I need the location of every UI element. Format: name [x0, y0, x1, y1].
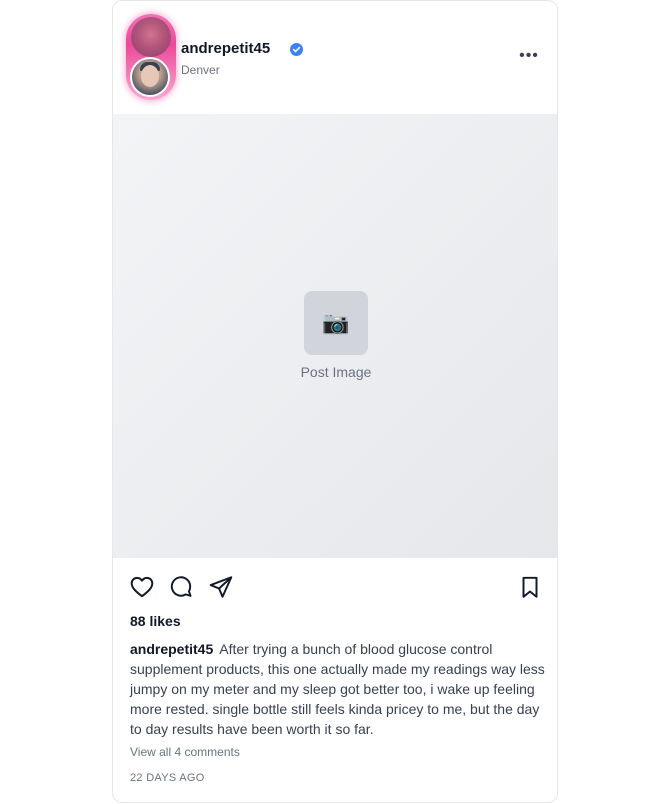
likes-count[interactable]: 88 likes [130, 613, 181, 629]
camera-icon: 📷 [304, 291, 368, 355]
post-header: andrepetit45 Denver ••• [113, 1, 557, 114]
avatar[interactable] [130, 57, 170, 97]
avatar-secondary [131, 17, 171, 57]
post-location[interactable]: Denver [181, 63, 220, 77]
post-image-label: Post Image [300, 364, 372, 380]
post-username[interactable]: andrepetit45 [181, 40, 270, 57]
post-actions [113, 558, 557, 614]
bookmark-icon[interactable] [517, 574, 543, 600]
avatar-face [141, 65, 159, 87]
post-timestamp: 22 DAYS AGO [130, 772, 205, 784]
verified-badge-icon [290, 43, 303, 56]
post-caption: andrepetit45 After trying a bunch of bloo… [130, 639, 548, 739]
caption-username[interactable]: andrepetit45 [130, 641, 213, 657]
post-card: andrepetit45 Denver ••• 📷 Post Image 88 … [112, 0, 558, 803]
view-comments-link[interactable]: View all 4 comments [130, 745, 240, 759]
paper-plane-icon[interactable] [208, 574, 234, 600]
post-image[interactable]: 📷 Post Image [113, 114, 557, 558]
more-options-icon[interactable]: ••• [517, 47, 541, 67]
heart-icon[interactable] [129, 574, 155, 600]
comment-bubble-icon[interactable] [168, 574, 194, 600]
